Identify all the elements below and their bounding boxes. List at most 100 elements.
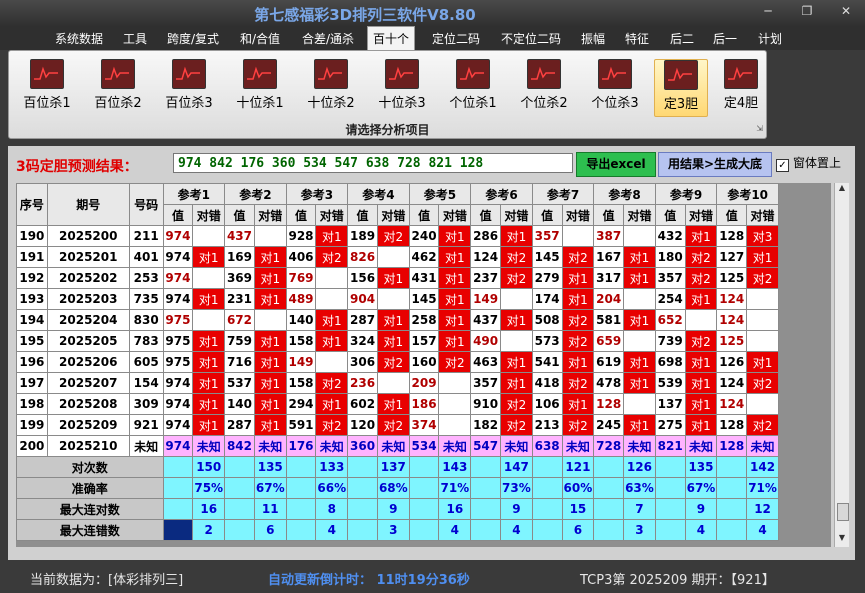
stat-spacer [531, 477, 563, 499]
ref-value-cell: 124 [716, 393, 748, 415]
ribbon-button-6[interactable]: 个位杀1 [441, 59, 505, 115]
stat-value-cell: 126 [623, 456, 656, 478]
ribbon-button-label: 百位杀2 [94, 96, 142, 111]
ref-header-4: 参考4 [347, 183, 410, 205]
menu-item-5[interactable]: 百十个 [367, 26, 416, 50]
ribbon-button-0[interactable]: 百位杀1 [15, 59, 79, 115]
ref-hit-cell: 对1 [253, 351, 287, 373]
ref-value-cell: 739 [654, 330, 686, 352]
hit-subheader: 对错 [192, 204, 226, 226]
menu-item-11[interactable]: 后一 [713, 30, 737, 47]
ref-value-cell: 974 [162, 225, 194, 247]
ref-hit-cell: 对1 [623, 267, 656, 289]
row-period: 2025207 [46, 372, 130, 394]
pred-unknown-cell: 未知 [623, 435, 656, 457]
current-data-status: 当前数据为：[体彩排列三] [30, 573, 184, 588]
ref-hit-cell: 对1 [561, 393, 595, 415]
ref-value-cell: 716 [224, 351, 255, 373]
menu-item-0[interactable]: 系统数据 [55, 30, 103, 47]
ribbon-button-label: 百位杀3 [165, 96, 213, 111]
ribbon-panel: 请选择分析项目 ⇲ 百位杀1 百位杀2 百位杀3 十位杀1 十位杀2 十位杀3 个位杀1 个位… [8, 50, 767, 139]
ribbon-button-2[interactable]: 百位杀3 [157, 59, 221, 115]
scroll-up-icon[interactable]: ▲ [835, 183, 849, 197]
stat-spacer [470, 477, 501, 499]
stat-value-cell: 4 [746, 519, 779, 541]
ref-hit-cell: 对2 [499, 414, 533, 436]
stat-value-cell: 3 [623, 519, 656, 541]
hit-subheader: 对错 [438, 204, 472, 226]
stat-value-cell: 16 [192, 498, 226, 520]
stat-spacer [347, 456, 378, 478]
ref-value-cell: 489 [285, 288, 317, 310]
generate-base-button[interactable]: 用结果>生成大底 [658, 152, 772, 177]
ribbon-button-1[interactable]: 百位杀2 [86, 59, 150, 115]
row-num: 830 [128, 309, 164, 331]
number-header: 号码 [128, 183, 164, 226]
ref-hit-cell [192, 225, 226, 247]
menu-item-4[interactable]: 合差/通杀 [302, 30, 354, 47]
row-num: 783 [128, 330, 164, 352]
dialog-launcher-icon[interactable]: ⇲ [756, 124, 763, 133]
ribbon-button-label: 十位杀2 [307, 96, 355, 111]
menu-item-3[interactable]: 和/合值 [240, 30, 280, 47]
ribbon-button-10[interactable]: 定4胆 [715, 59, 767, 115]
export-excel-button[interactable]: 导出excel [576, 152, 656, 177]
stat-value-cell: 6 [253, 519, 287, 541]
ribbon-button-7[interactable]: 个位杀2 [512, 59, 576, 115]
ribbon-button-3[interactable]: 十位杀1 [228, 59, 292, 115]
topmost-checkbox[interactable]: ✓ 窗体置上 [776, 154, 841, 172]
ribbon-button-5[interactable]: 十位杀3 [370, 59, 434, 115]
pred-period: 2025210 [46, 435, 130, 457]
ref-value-cell: 125 [716, 330, 748, 352]
menu-item-12[interactable]: 计划 [758, 30, 782, 47]
ribbon-button-4[interactable]: 十位杀2 [299, 59, 363, 115]
minimize-icon[interactable]: ─ [757, 4, 779, 18]
hit-subheader: 对错 [684, 204, 718, 226]
vertical-scrollbar[interactable]: ▲ ▼ [834, 183, 849, 547]
scroll-thumb[interactable] [837, 503, 849, 521]
stat-spacer [408, 519, 440, 541]
row-period: 2025209 [46, 414, 130, 436]
ribbon-button-label: 个位杀1 [449, 96, 497, 111]
result-field[interactable]: 974 842 176 360 534 547 638 728 821 128 [173, 153, 573, 173]
ref-hit-cell: 对1 [499, 351, 533, 373]
ref-value-cell: 237 [470, 267, 501, 289]
stat-spacer [224, 498, 255, 520]
stat-spacer [716, 456, 748, 478]
stat-value-cell: 71% [438, 477, 472, 499]
menu-item-9[interactable]: 特征 [625, 30, 649, 47]
menu-item-8[interactable]: 振幅 [581, 30, 605, 47]
restore-icon[interactable]: ❐ [796, 4, 818, 18]
menu-item-1[interactable]: 工具 [123, 30, 147, 47]
ref-value-cell: 209 [408, 372, 440, 394]
ref-value-cell: 541 [531, 351, 563, 373]
stat-spacer [408, 498, 440, 520]
ref-value-cell: 910 [470, 393, 501, 415]
pred-unknown-cell: 未知 [315, 435, 349, 457]
stat-row: 准确率 75% 67% 66% 68% 71% 73% 60% 63% 67% 71% [16, 477, 779, 499]
countdown-status: 自动更新倒计时： 11时19分36秒 [268, 573, 470, 588]
stat-row: 对次数 150 135 133 137 143 147 121 126 135 142 [16, 456, 779, 478]
pred-unknown-cell: 未知 [438, 435, 472, 457]
menu-item-7[interactable]: 不定位二码 [501, 30, 561, 47]
menu-item-10[interactable]: 后二 [670, 30, 694, 47]
ref-hit-cell [499, 330, 533, 352]
close-icon[interactable]: ✕ [835, 4, 857, 18]
ribbon-button-8[interactable]: 个位杀3 [583, 59, 647, 115]
scroll-down-icon[interactable]: ▼ [835, 533, 849, 547]
menu-item-6[interactable]: 定位二码 [432, 30, 480, 47]
stat-spacer [716, 519, 748, 541]
stat-value-cell: 6 [561, 519, 595, 541]
stat-value-cell: 9 [499, 498, 533, 520]
ref-value-cell: 769 [285, 267, 317, 289]
ref-value-cell: 539 [654, 372, 686, 394]
stat-spacer [593, 477, 625, 499]
menu-item-2[interactable]: 跨度/复式 [167, 30, 219, 47]
value-subheader: 值 [716, 204, 748, 226]
table-row: 198 2025208 309 974 对1 140 对1 294 对1 602 对1 186 910 对… [16, 393, 779, 415]
ribbon-button-9[interactable]: 定3胆 [654, 59, 708, 117]
ref-value-cell: 128 [716, 225, 748, 247]
stat-spacer [162, 519, 194, 541]
ref-hit-cell: 对1 [684, 351, 718, 373]
ref-hit-cell: 对1 [315, 393, 349, 415]
